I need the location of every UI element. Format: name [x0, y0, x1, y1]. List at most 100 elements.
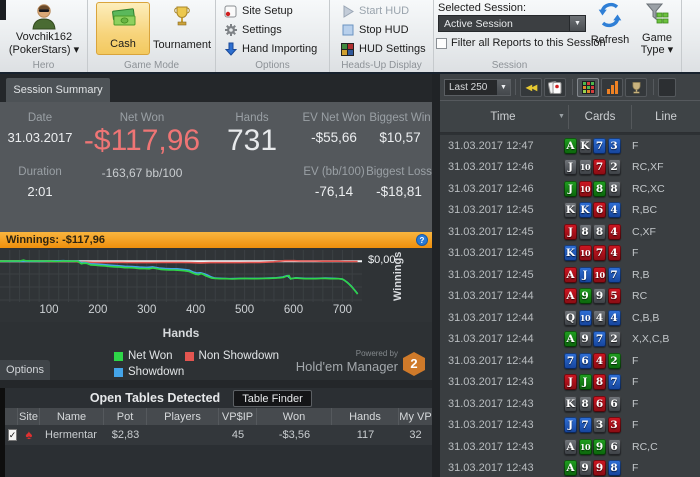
- hero-site-dropdown[interactable]: (PokerStars) ▾: [0, 43, 88, 56]
- col-vpsip[interactable]: VP$IP: [219, 408, 257, 425]
- card-icon: 8: [593, 223, 606, 240]
- card-icon: 9: [578, 331, 592, 348]
- hand-row[interactable]: 31.03.2017 12:43 A 9 9 8 F: [440, 458, 700, 477]
- hud-settings-item[interactable]: HUD Settings: [340, 42, 426, 56]
- options-button[interactable]: Options: [0, 360, 50, 380]
- ev-bb-value: -76,14: [314, 184, 354, 199]
- filter-checkbox[interactable]: [436, 37, 447, 49]
- card-icon: J: [578, 266, 592, 283]
- stop-hud-item[interactable]: Stop HUD: [340, 23, 409, 37]
- hand-row[interactable]: 31.03.2017 12:45 K 10 7 4 F: [440, 243, 700, 265]
- hand-importing-item[interactable]: Hand Importing: [223, 42, 317, 56]
- hero-name[interactable]: Vovchik162: [0, 31, 88, 43]
- card-icon: 6: [593, 395, 606, 412]
- x-tick-label: 400: [186, 304, 206, 316]
- hand-row[interactable]: 31.03.2017 12:45 J 8 8 4 C,XF: [440, 221, 700, 243]
- x-tick-label: 200: [88, 304, 108, 316]
- hands-label: Hands: [235, 112, 269, 124]
- hero-avatar-icon[interactable]: [29, 2, 59, 30]
- hand-row[interactable]: 31.03.2017 12:46 J 10 7 2 RC,XF: [440, 157, 700, 179]
- col-my-vp[interactable]: My VP: [399, 408, 432, 425]
- hand-line: F: [632, 376, 639, 389]
- filter-session-checkbox-item[interactable]: Filter all Reports to this Session: [436, 37, 606, 49]
- hand-row[interactable]: 31.03.2017 12:43 J 7 3 3 F: [440, 415, 700, 437]
- hand-row[interactable]: 31.03.2017 12:43 K 8 6 6 F: [440, 393, 700, 415]
- start-hud-item[interactable]: Start HUD: [340, 4, 409, 18]
- card-icon: 6: [593, 202, 606, 219]
- hand-row[interactable]: 31.03.2017 12:44 7 6 4 2 F: [440, 350, 700, 372]
- grid-view-button[interactable]: [577, 77, 599, 97]
- hand-range-dropdown[interactable]: Last 250 ▼: [444, 78, 511, 96]
- col-pot[interactable]: Pot: [104, 408, 147, 425]
- card-icon: 7: [593, 137, 606, 154]
- tournament-button[interactable]: Tournament: [152, 2, 212, 55]
- col-time[interactable]: Time: [448, 111, 558, 123]
- game-type-button[interactable]: Game Type ▾: [636, 1, 678, 56]
- stop-hud-label: Stop HUD: [359, 24, 409, 36]
- col-won[interactable]: Won: [257, 408, 332, 425]
- hand-cards: J 10 8 8: [564, 180, 626, 197]
- card-icon: J: [564, 374, 577, 391]
- card-icon: 9: [593, 438, 606, 455]
- net-won-label: Net Won: [119, 112, 165, 124]
- tournament-trophy-icon: [174, 6, 190, 26]
- site-setup-item[interactable]: Site Setup: [223, 4, 293, 18]
- hand-row[interactable]: 31.03.2017 12:46 J 10 8 8 RC,XC: [440, 178, 700, 200]
- cash-button[interactable]: Cash: [96, 2, 150, 55]
- hand-cards: A995: [564, 288, 626, 305]
- card-icon: 8: [593, 180, 606, 197]
- col-cards[interactable]: Cards: [569, 111, 631, 123]
- hand-replayer-button[interactable]: [544, 77, 566, 97]
- group-hud: Start HUD Stop HUD HUD Settings Heads-Up…: [330, 0, 434, 72]
- group-label-session: Session: [491, 60, 528, 71]
- table-row[interactable]: ✓ ♠ Hermentar $2,83 45 -$3,56 117 32: [5, 425, 432, 445]
- hand-row[interactable]: 31.03.2017 12:44 A 9 7 2 X,X,C,B: [440, 329, 700, 351]
- session-dropdown[interactable]: Active Session ▼: [438, 15, 586, 32]
- cards-icon: [548, 81, 562, 94]
- replay-last-hands-button[interactable]: ◀◀: [520, 77, 542, 97]
- card-icon: J: [578, 374, 592, 391]
- card-icon: 5: [607, 288, 621, 305]
- hand-row[interactable]: 31.03.2017 12:45 A J 10 7 R,B: [440, 264, 700, 286]
- hand-line: C,B,B: [632, 311, 660, 324]
- hand-row[interactable]: 31.03.2017 12:44 Q 10 4 4 C,B,B: [440, 307, 700, 329]
- hand-row[interactable]: 31.03.2017 12:44 A 9 9 5 RC: [440, 286, 700, 308]
- holdem-manager-logo-text: Hold'em Manager: [295, 359, 398, 374]
- hand-row[interactable]: 31.03.2017 12:45 K K 6 4 R,BC: [440, 200, 700, 222]
- card-icon: 4: [607, 202, 621, 219]
- hand-cards: A972: [564, 331, 626, 348]
- hand-time: 31.03.2017 12:44: [448, 290, 534, 303]
- hand-row[interactable]: 31.03.2017 12:43 J J 8 7 F: [440, 372, 700, 394]
- panel-splitter[interactable]: [432, 74, 440, 477]
- col-name[interactable]: Name: [40, 408, 104, 425]
- refresh-icon: [598, 2, 622, 28]
- tab-session-summary[interactable]: Session Summary: [6, 78, 110, 102]
- chart-plot-area[interactable]: [0, 250, 362, 302]
- settings-item[interactable]: Settings: [223, 23, 282, 37]
- extra-toolbar-button[interactable]: [658, 77, 676, 97]
- trophy-icon: [632, 81, 640, 93]
- help-icon[interactable]: ?: [416, 234, 428, 246]
- col-site[interactable]: Site: [18, 408, 40, 425]
- table-finder-button[interactable]: Table Finder: [233, 390, 312, 407]
- selected-session-label: Selected Session:: [438, 2, 527, 14]
- hand-cards: A998: [564, 460, 626, 477]
- hand-row[interactable]: 31.03.2017 12:43 A 10 9 6 RC,C: [440, 436, 700, 458]
- rewind-icon: ◀◀: [525, 82, 537, 92]
- hand-time: 31.03.2017 12:44: [448, 333, 534, 346]
- col-hands[interactable]: Hands: [332, 408, 399, 425]
- hand-row[interactable]: 31.03.2017 12:47 A K 7 3 F: [440, 135, 700, 157]
- hand-time: 31.03.2017 12:46: [448, 182, 534, 195]
- card-icon: 9: [593, 288, 606, 305]
- hand-cards: Q 10 4 4: [564, 309, 626, 326]
- card-icon: 9: [578, 288, 592, 305]
- hand-cards: AK73: [564, 137, 626, 154]
- col-line[interactable]: Line: [632, 111, 700, 123]
- row-checkbox[interactable]: ✓: [7, 429, 18, 441]
- col-players[interactable]: Players: [147, 408, 219, 425]
- tournament-view-button[interactable]: [625, 77, 647, 97]
- refresh-button[interactable]: Refresh: [586, 1, 634, 46]
- session-dropdown-value: Active Session: [444, 17, 513, 30]
- graph-view-button[interactable]: [601, 77, 623, 97]
- winnings-header-text: Winnings: -$117,96: [6, 234, 105, 246]
